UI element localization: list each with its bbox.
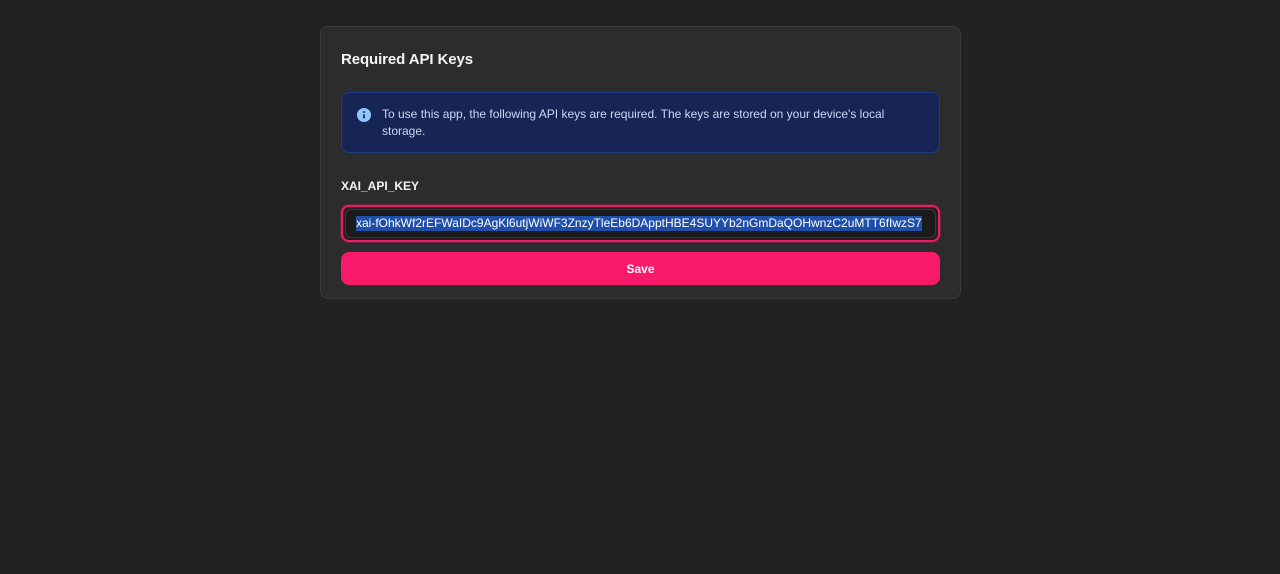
info-text: To use this app, the following API keys … — [382, 107, 885, 138]
api-keys-card: Required API Keys To use this app, the f… — [320, 26, 961, 299]
xai-api-key-value: xai-fOhkWf2rEFWaIDc9AgKl6utjWiWF3ZnzyTle… — [356, 216, 922, 231]
xai-api-key-input[interactable]: xai-fOhkWf2rEFWaIDc9AgKl6utjWiWF3ZnzyTle… — [345, 209, 936, 238]
save-button[interactable]: Save — [341, 252, 940, 285]
xai-api-key-input-focus-ring: xai-fOhkWf2rEFWaIDc9AgKl6utjWiWF3ZnzyTle… — [341, 205, 940, 242]
xai-api-key-label: XAI_API_KEY — [341, 179, 420, 193]
card-title: Required API Keys — [341, 51, 473, 68]
info-icon — [357, 108, 371, 122]
info-alert: To use this app, the following API keys … — [341, 92, 940, 153]
